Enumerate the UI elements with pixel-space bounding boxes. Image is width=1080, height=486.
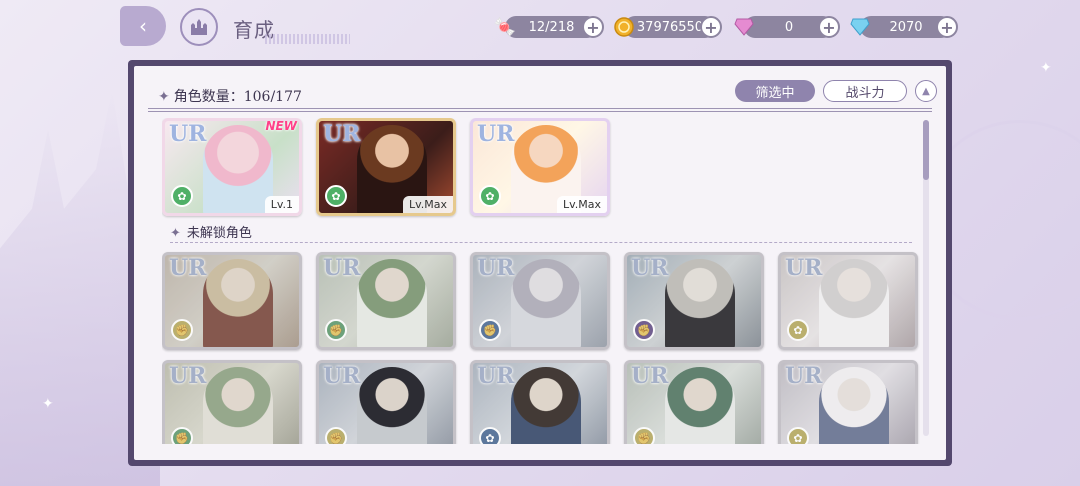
- resource-blue-gem: 2070 +: [850, 16, 958, 38]
- rarity-badge: UR: [169, 121, 207, 147]
- character-portrait: [511, 367, 581, 444]
- rarity-badge: UR: [477, 255, 515, 281]
- back-button[interactable]: ‹: [120, 6, 166, 46]
- attribute-icon: ✊: [479, 319, 501, 341]
- locked-character-card[interactable]: UR ✿: [778, 252, 918, 350]
- pink-diamond-icon: [730, 13, 758, 41]
- sort-button[interactable]: 战斗力: [823, 80, 907, 102]
- level-label: Lv.1: [264, 196, 299, 213]
- owned-character-card[interactable]: UR ✿ Lv.Max: [470, 118, 610, 216]
- rarity-badge: UR: [785, 363, 823, 389]
- attribute-icon: ✿: [479, 427, 501, 444]
- owned-character-card[interactable]: UR NEW ✿ Lv.1: [162, 118, 302, 216]
- resource-candy: 🍬 12/218 +: [494, 16, 604, 38]
- header-divider: [148, 108, 932, 112]
- attribute-icon: ✿: [325, 185, 347, 207]
- character-portrait: [665, 259, 735, 347]
- star-icon: ✦: [158, 89, 170, 105]
- rarity-badge: UR: [477, 121, 515, 147]
- character-panel: ✦ 角色数量：106/177 筛选中 战斗力 ▲ UR NEW ✿ Lv.1 UR…: [128, 60, 952, 466]
- home-button[interactable]: [180, 8, 218, 46]
- locked-character-card[interactable]: UR ✿: [470, 360, 610, 444]
- attribute-icon: ✿: [787, 427, 809, 444]
- rarity-badge: UR: [323, 363, 361, 389]
- attribute-icon: ✊: [171, 319, 193, 341]
- add-pink-gem-button[interactable]: +: [818, 16, 840, 38]
- scroll-thumb[interactable]: [923, 120, 929, 180]
- new-badge: NEW: [265, 119, 297, 133]
- character-portrait: [203, 367, 273, 444]
- castle-icon: [191, 19, 207, 35]
- back-arrow-icon: ‹: [139, 14, 147, 38]
- character-count: ✦ 角色数量：106/177: [158, 89, 302, 105]
- locked-character-card[interactable]: UR ✊: [162, 252, 302, 350]
- rarity-badge: UR: [785, 255, 823, 281]
- attribute-icon: ✊: [633, 427, 655, 444]
- attribute-icon: ✊: [325, 319, 347, 341]
- rarity-badge: UR: [323, 255, 361, 281]
- star-icon: ✦: [170, 226, 181, 241]
- sparkle-icon: ✦: [42, 396, 54, 412]
- resource-pink-gem: 0 +: [734, 16, 840, 38]
- rarity-badge: UR: [169, 363, 207, 389]
- locked-character-card[interactable]: UR ✊: [624, 360, 764, 444]
- scrollbar[interactable]: [923, 120, 929, 436]
- locked-character-card[interactable]: UR ✊: [624, 252, 764, 350]
- locked-character-card[interactable]: UR ✊: [470, 252, 610, 350]
- character-portrait: [357, 259, 427, 347]
- triangle-up-icon: ▲: [922, 85, 930, 97]
- candy-icon: 🍬: [493, 16, 517, 38]
- attribute-icon: ✊: [633, 319, 655, 341]
- level-label: Lv.Max: [402, 196, 453, 213]
- locked-character-card[interactable]: UR ✊: [316, 360, 456, 444]
- locked-section-header: ✦ 未解锁角色: [170, 226, 252, 241]
- rarity-badge: UR: [169, 255, 207, 281]
- title-decoration: [265, 34, 350, 44]
- locked-character-card[interactable]: UR ✊: [162, 360, 302, 444]
- level-label: Lv.Max: [556, 196, 607, 213]
- attribute-icon: ✿: [171, 185, 193, 207]
- locked-section-divider: [170, 242, 912, 243]
- add-candy-button[interactable]: +: [582, 16, 604, 38]
- add-blue-gem-button[interactable]: +: [936, 16, 958, 38]
- attribute-icon: ✿: [479, 185, 501, 207]
- coin-icon: [610, 13, 638, 41]
- sort-order-button[interactable]: ▲: [915, 80, 937, 102]
- locked-character-card[interactable]: UR ✊: [316, 252, 456, 350]
- resource-coin: 37976550 +: [614, 16, 722, 38]
- sparkle-icon: ✦: [1040, 60, 1052, 76]
- character-portrait: [665, 367, 735, 444]
- locked-character-card[interactable]: UR ✿: [778, 360, 918, 444]
- character-portrait: [203, 125, 273, 213]
- attribute-icon: ✊: [171, 427, 193, 444]
- rarity-badge: UR: [631, 255, 669, 281]
- character-grid: UR NEW ✿ Lv.1 UR ✿ Lv.Max UR ✿ Lv.Max ✦ 未…: [162, 118, 922, 444]
- character-portrait: [203, 259, 273, 347]
- character-portrait: [511, 259, 581, 347]
- character-portrait: [819, 367, 889, 444]
- attribute-icon: ✿: [787, 319, 809, 341]
- rarity-badge: UR: [323, 121, 361, 147]
- filter-button[interactable]: 筛选中: [735, 80, 815, 102]
- rarity-badge: UR: [477, 363, 515, 389]
- rarity-badge: UR: [631, 363, 669, 389]
- character-portrait: [819, 259, 889, 347]
- owned-character-card[interactable]: UR ✿ Lv.Max: [316, 118, 456, 216]
- add-coin-button[interactable]: +: [700, 16, 722, 38]
- attribute-icon: ✊: [325, 427, 347, 444]
- character-panel-inner: ✦ 角色数量：106/177 筛选中 战斗力 ▲ UR NEW ✿ Lv.1 UR…: [134, 66, 946, 460]
- character-portrait: [357, 367, 427, 444]
- blue-diamond-icon: [846, 13, 874, 41]
